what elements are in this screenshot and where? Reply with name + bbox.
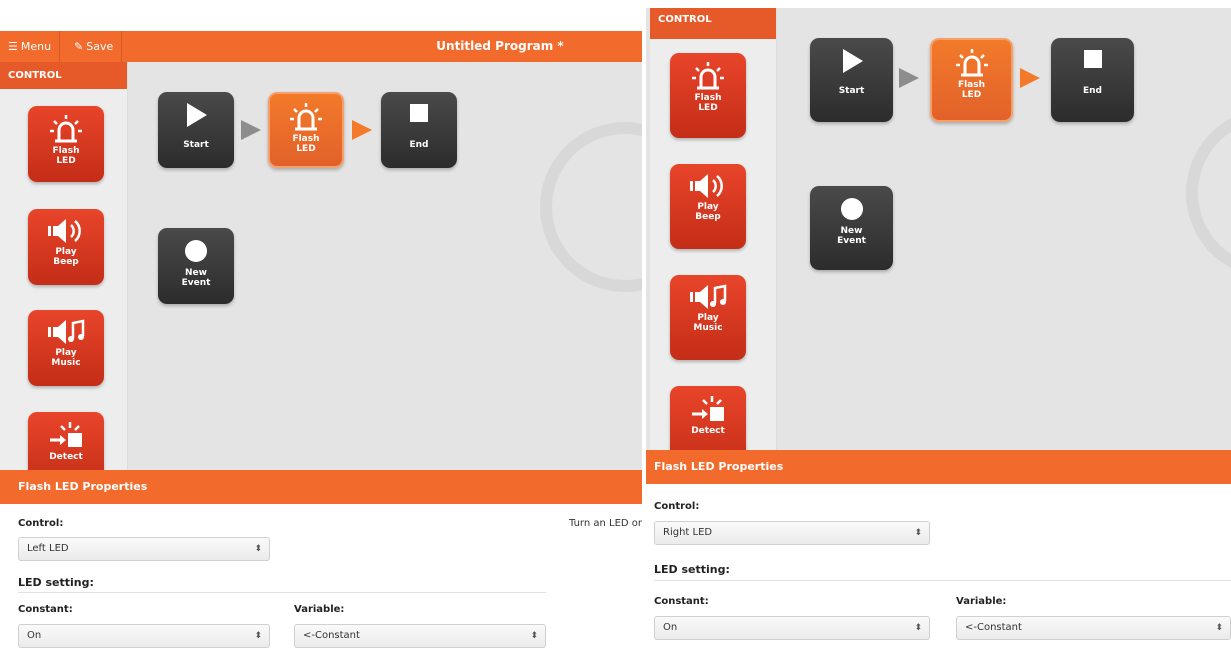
control-label: Control:: [654, 501, 700, 512]
connector-arrow: [352, 120, 372, 140]
palette-play-music[interactable]: Play Music: [28, 310, 104, 386]
palette-play-beep[interactable]: Play Beep: [670, 164, 746, 249]
flash-led-icon: [955, 49, 988, 77]
palette-play-music[interactable]: Play Music: [670, 275, 746, 360]
circle-icon: [840, 198, 863, 220]
program-canvas[interactable]: CONTROL Flash LED Play Beep Play Music D…: [646, 8, 1231, 450]
new-event-block[interactable]: New Event: [158, 228, 234, 304]
constant-select[interactable]: On ⬍: [654, 616, 930, 640]
variable-select[interactable]: <-Constant ⬍: [294, 624, 546, 648]
speaker-music-icon: [48, 319, 85, 344]
control-select[interactable]: Right LED ⬍: [654, 521, 930, 545]
pencil-icon: ✎: [74, 40, 84, 53]
flash-led-icon: [50, 115, 82, 143]
properties-panel: Control: Right LED ⬍ LED setting: Constan…: [646, 484, 1231, 652]
constant-label: Constant:: [18, 604, 73, 615]
play-icon: [187, 103, 207, 127]
palette-header: CONTROL: [0, 62, 127, 89]
led-setting-title: LED setting:: [18, 576, 94, 589]
constant-select[interactable]: On ⬍: [18, 624, 270, 648]
help-text: Turn an LED on: [569, 518, 642, 529]
variable-label: Variable:: [956, 596, 1007, 607]
properties-header: Flash LED Properties: [0, 470, 642, 504]
select-caret-icon: ⬍: [914, 623, 922, 633]
select-caret-icon: ⬍: [254, 544, 262, 554]
palette-flash-led[interactable]: Flash LED: [670, 53, 746, 138]
right-screenshot: CONTROL Flash LED Play Beep Play Music D…: [646, 0, 1231, 652]
connector-arrow: [241, 120, 261, 140]
section-divider: [18, 592, 546, 593]
palette-play-beep[interactable]: Play Beep: [28, 209, 104, 285]
circle-icon: [185, 240, 207, 262]
play-icon: [842, 49, 863, 73]
select-caret-icon: ⬍: [530, 631, 538, 641]
flash-led-icon: [290, 103, 322, 131]
palette-flash-led[interactable]: Flash LED: [28, 106, 104, 182]
connector-arrow: [1020, 68, 1040, 88]
new-event-block[interactable]: New Event: [810, 186, 893, 270]
stop-icon: [410, 104, 428, 122]
block-palette: CONTROL Flash LED Play Beep Play Music D…: [0, 62, 128, 470]
start-block[interactable]: Start: [158, 92, 234, 168]
speaker-beep-icon: [48, 219, 81, 243]
select-caret-icon: ⬍: [1215, 623, 1223, 633]
constant-label: Constant:: [654, 596, 709, 607]
control-label: Control:: [18, 518, 64, 529]
save-button[interactable]: ✎ Save: [66, 31, 123, 62]
program-canvas[interactable]: CONTROL Flash LED Play Beep Play Music D…: [0, 62, 642, 470]
hamburger-icon: ☰: [8, 40, 18, 53]
detect-icon: [50, 422, 82, 447]
properties-panel: Control: Left LED ⬍ LED setting: Constant…: [0, 504, 642, 652]
stop-icon: [1083, 50, 1102, 68]
watermark-logo: [1186, 108, 1231, 278]
start-block[interactable]: Start: [810, 38, 893, 122]
speaker-music-icon: [690, 284, 727, 309]
led-setting-title: LED setting:: [654, 563, 730, 576]
toolbar: ☰ Menu ✎ Save Untitled Program *: [0, 31, 642, 62]
palette-detect[interactable]: Detect: [28, 412, 104, 470]
program-title: Untitled Program *: [436, 39, 564, 53]
select-caret-icon: ⬍: [914, 528, 922, 538]
variable-label: Variable:: [294, 604, 345, 615]
control-select[interactable]: Left LED ⬍: [18, 537, 270, 561]
block-palette: CONTROL Flash LED Play Beep Play Music D…: [650, 8, 777, 450]
palette-header: CONTROL: [650, 8, 776, 39]
connector-arrow: [899, 68, 919, 88]
speaker-beep-icon: [690, 174, 723, 198]
variable-select[interactable]: <-Constant ⬍: [956, 616, 1231, 640]
select-caret-icon: ⬍: [254, 631, 262, 641]
detect-icon: [692, 396, 724, 421]
section-divider: [654, 580, 1231, 581]
properties-header: Flash LED Properties: [646, 450, 1231, 484]
end-block[interactable]: End: [1051, 38, 1134, 122]
left-screenshot: ☰ Menu ✎ Save Untitled Program * CONTROL F: [0, 0, 642, 652]
flash-led-icon: [692, 62, 724, 90]
watermark-logo: [540, 122, 642, 292]
palette-detect[interactable]: Detect: [670, 386, 746, 450]
end-block[interactable]: End: [381, 92, 457, 168]
flash-led-block[interactable]: Flash LED: [930, 38, 1013, 122]
flash-led-block[interactable]: Flash LED: [268, 92, 344, 168]
menu-button[interactable]: ☰ Menu: [0, 31, 61, 62]
